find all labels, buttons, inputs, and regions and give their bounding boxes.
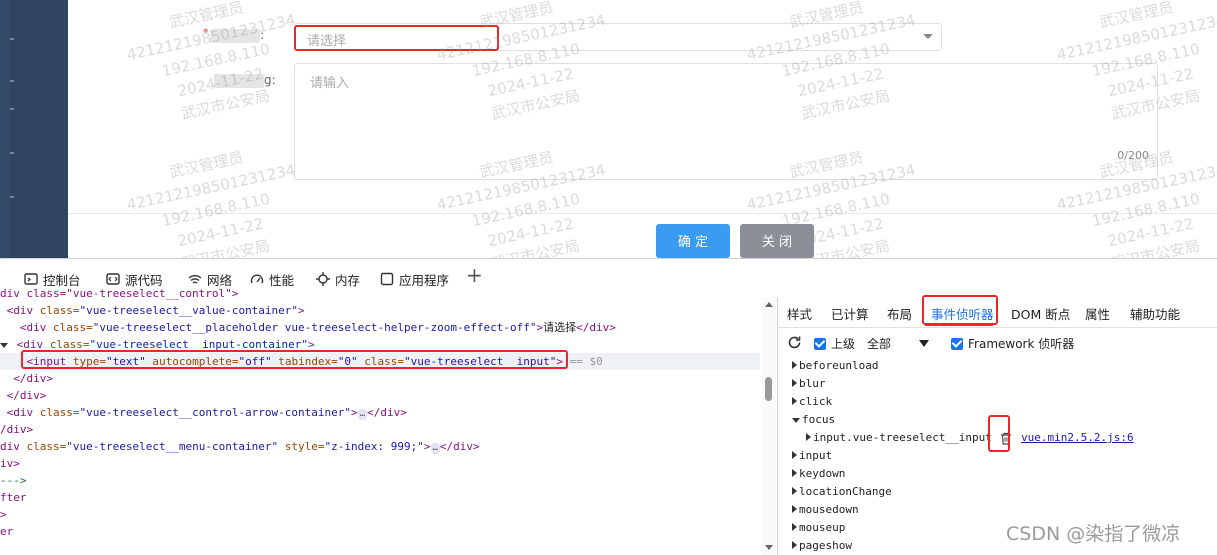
event-keydown[interactable]: keydown: [792, 465, 845, 483]
sidebar-marker: [10, 196, 14, 198]
code-line[interactable]: </div>: [0, 370, 53, 387]
code-line[interactable]: er: [0, 523, 13, 540]
event-locationchange[interactable]: locationChange: [792, 483, 892, 501]
ancestors-checkbox[interactable]: 上级: [814, 335, 855, 352]
refresh-icon[interactable]: [787, 335, 802, 350]
event-mousedown[interactable]: mousedown: [792, 501, 859, 519]
tab-application[interactable]: 应用程序: [380, 269, 449, 289]
code-line[interactable]: /div>: [0, 421, 33, 438]
code-line[interactable]: <div class="vue-treeselect__value-contai…: [0, 302, 305, 319]
required-asterisk: *: [203, 26, 209, 39]
event-blur[interactable]: blur: [792, 375, 826, 393]
memory-chip-icon: [316, 272, 330, 286]
tab-accessibility[interactable]: 辅助功能: [1130, 304, 1180, 323]
devtools-panel: 控制台 源代码 网络 性能 内存 应用程序 + div class="vue-t…: [0, 258, 1217, 555]
expand-triangle-icon[interactable]: [0, 342, 8, 348]
tab-memory[interactable]: 内存: [316, 269, 360, 289]
highlight-box: [922, 295, 998, 325]
expand-triangle-icon: [806, 433, 811, 441]
sidebar-marker: [10, 80, 14, 82]
event-click[interactable]: click: [792, 393, 832, 411]
scroll-down-icon[interactable]: [765, 545, 773, 550]
confirm-button[interactable]: 确 定: [656, 224, 730, 258]
scroll-thumb[interactable]: [765, 377, 772, 401]
highlight-box: [294, 25, 499, 51]
sources-icon: [106, 273, 120, 285]
field2-label: g:: [214, 73, 276, 88]
expand-triangle-icon: [792, 451, 797, 459]
field1-label: :: [210, 28, 264, 43]
event-focus[interactable]: focus: [792, 411, 835, 429]
highlight-box: [21, 350, 568, 369]
expand-triangle-icon: [792, 523, 797, 531]
collapse-triangle-icon: [792, 417, 800, 423]
csdn-watermark: CSDN @染指了微凉: [1006, 523, 1181, 545]
filter-dropdown-icon[interactable]: [919, 340, 929, 347]
code-line[interactable]: >: [0, 506, 7, 523]
checkbox-checked-icon[interactable]: [814, 337, 826, 350]
expand-triangle-icon: [792, 469, 797, 477]
source-link[interactable]: vue.min2.5.2.js:6: [1021, 431, 1134, 444]
listener-toolbar: 上级 全部 Framework 侦听器: [778, 328, 1217, 356]
close-button[interactable]: 关 闭: [740, 224, 814, 258]
code-line[interactable]: div class="vue-treeselect__menu-containe…: [0, 438, 480, 455]
tab-computed[interactable]: 已计算: [831, 304, 869, 323]
application-icon: [380, 272, 394, 286]
remark-textarea[interactable]: 请输入 0/200: [294, 63, 1158, 180]
highlight-box: [988, 415, 1010, 452]
event-pageshow[interactable]: pageshow: [792, 537, 852, 555]
blurred-label: [214, 73, 264, 88]
code-line[interactable]: <div class="vue-treeselect__control-arro…: [0, 404, 407, 421]
expand-triangle-icon: [792, 541, 797, 549]
tab-styles[interactable]: 样式: [787, 304, 812, 323]
expand-triangle-icon: [792, 487, 797, 495]
elements-tree: div class="vue-treeselect__control"> <di…: [0, 287, 760, 555]
add-tab-icon[interactable]: +: [466, 265, 483, 285]
styles-side-panel: 样式 已计算 布局 事件侦听器 DOM 断点 属性 辅助功能 上级 全部 Fra…: [777, 295, 1217, 555]
blurred-label: [210, 28, 260, 43]
code-line[interactable]: iv>: [0, 455, 20, 472]
sidebar-marker: [10, 152, 14, 154]
event-mouseup[interactable]: mouseup: [792, 519, 845, 537]
scroll-up-icon[interactable]: [765, 302, 773, 307]
tab-layout[interactable]: 布局: [887, 304, 912, 323]
app-page: * : g: 请选择 请输入 0/200 确 定 关 闭 武汉管理员 421212…: [0, 0, 1217, 258]
tab-performance[interactable]: 性能: [250, 269, 294, 289]
tab-dom-breakpoints[interactable]: DOM 断点: [1011, 304, 1070, 323]
code-line[interactable]: div class="vue-treeselect__control">: [0, 285, 238, 302]
chevron-down-icon[interactable]: [923, 34, 933, 39]
dialog-footer-divider: [68, 213, 1217, 214]
event-beforeunload[interactable]: beforeunload: [792, 357, 878, 375]
wifi-icon: [188, 275, 202, 284]
left-sidebar: [0, 0, 68, 258]
textarea-placeholder: 请输入: [310, 76, 350, 91]
gauge-icon: [250, 274, 264, 284]
scrollbar[interactable]: [762, 297, 776, 555]
expand-triangle-icon: [792, 505, 797, 513]
sidebar-marker: [10, 108, 14, 110]
char-counter: 0/200: [1117, 149, 1149, 162]
event-input[interactable]: input: [792, 447, 832, 465]
sidebar-strip: [0, 0, 10, 258]
listener-filter-select[interactable]: 全部: [867, 335, 891, 352]
checkbox-checked-icon[interactable]: [951, 337, 963, 350]
collapsed-ellipsis[interactable]: …: [357, 409, 368, 420]
expand-triangle-icon: [792, 379, 797, 387]
console-icon: [24, 273, 38, 285]
tab-properties[interactable]: 属性: [1085, 304, 1110, 323]
sidebar-marker: [10, 38, 14, 40]
code-line[interactable]: <div class="vue-treeselect__placeholder …: [0, 319, 616, 336]
framework-listeners-checkbox[interactable]: Framework 侦听器: [951, 335, 1074, 352]
collapsed-ellipsis[interactable]: …: [430, 443, 440, 454]
code-line[interactable]: </div>: [0, 387, 47, 404]
code-line[interactable]: fter: [0, 489, 27, 506]
code-line[interactable]: --->: [0, 472, 27, 489]
expand-triangle-icon: [792, 397, 797, 405]
expand-triangle-icon: [792, 361, 797, 369]
focus-listener-entry[interactable]: input.vue-treeselect__input vue.min2.5.2…: [806, 429, 1134, 447]
